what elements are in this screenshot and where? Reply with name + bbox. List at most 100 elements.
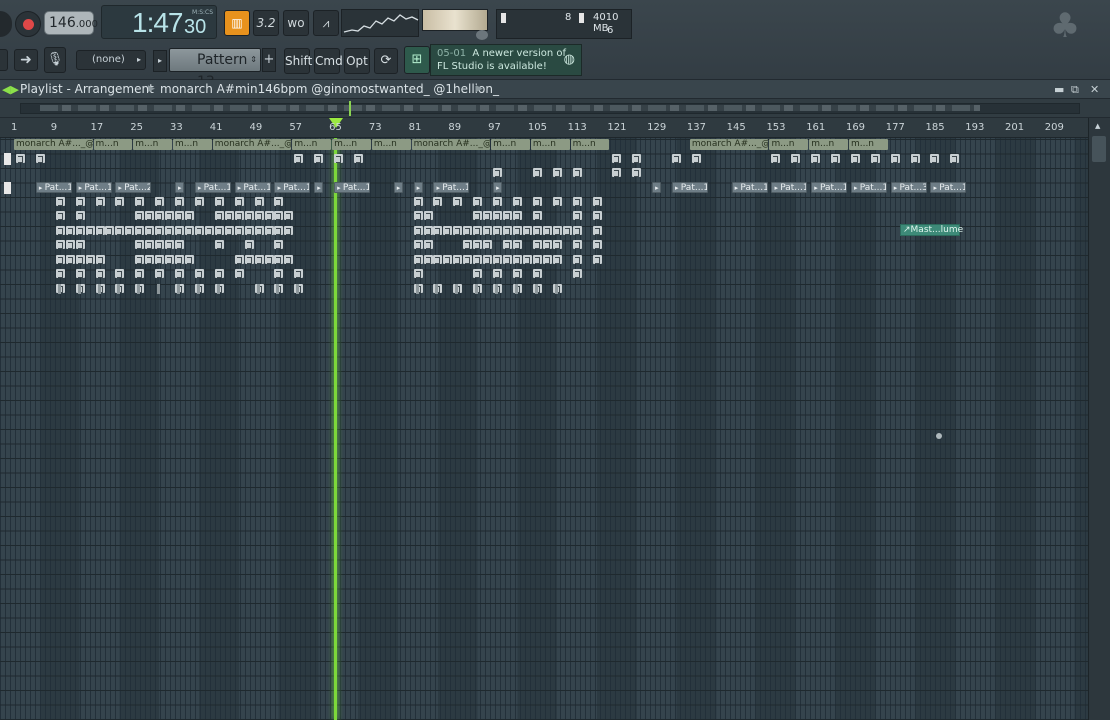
pattern-clip[interactable]: Pat...1 [274,182,311,193]
pattern-block[interactable] [75,255,85,264]
pattern-block[interactable] [184,226,194,235]
pattern-block[interactable] [612,168,622,177]
pattern-block[interactable] [55,255,65,264]
microphone-icon[interactable]: 🎙 [44,47,66,73]
audio-clip[interactable]: m...n [769,139,809,150]
typing-keyboard-button[interactable]: 3.2 [253,10,279,36]
pattern-block[interactable] [95,197,105,206]
pattern-block[interactable] [35,154,45,163]
pattern-block[interactable] [513,211,522,220]
pattern-block[interactable] [493,211,503,220]
pattern-block[interactable] [483,211,493,220]
pattern-block[interactable] [532,197,542,206]
pattern-block[interactable] [592,211,602,220]
pattern-block[interactable] [184,255,194,264]
pattern-block[interactable] [75,211,85,220]
pattern-block[interactable] [184,211,194,220]
pattern-marker[interactable] [97,284,101,294]
pattern-block[interactable] [65,255,75,264]
pattern-block[interactable] [413,240,423,249]
audio-clip[interactable]: m...n [491,139,530,150]
pattern-marker[interactable] [435,284,439,294]
pattern-block[interactable] [115,269,125,278]
pattern-block[interactable] [175,240,185,249]
pattern-block[interactable] [473,269,483,278]
pattern-block[interactable] [264,211,274,220]
pattern-block[interactable] [145,240,155,249]
pattern-block[interactable] [542,226,552,235]
pattern-block[interactable] [254,197,264,206]
pattern-clip[interactable] [493,182,503,193]
pattern-block[interactable] [274,226,284,235]
pattern-block[interactable] [105,226,115,235]
pattern-block[interactable] [572,269,582,278]
pattern-block[interactable] [950,154,960,163]
vertical-scrollbar[interactable]: ▲ [1088,118,1110,720]
pattern-block[interactable] [75,240,85,249]
pattern-block[interactable] [632,154,642,163]
pattern-block[interactable] [294,154,304,163]
pattern-block[interactable] [463,226,473,235]
pattern-block[interactable] [155,211,165,220]
pattern-block[interactable] [165,240,175,249]
pattern-block[interactable] [274,197,284,206]
pattern-block[interactable] [890,154,900,163]
pattern-clip[interactable]: Pat...1 [811,182,848,193]
pattern-block[interactable] [155,240,165,249]
pattern-marker[interactable] [256,284,260,294]
audio-clip[interactable]: monarch A#..._@1hellion_ [212,139,292,150]
pattern-block[interactable] [513,255,522,264]
pattern-block[interactable] [503,255,513,264]
pattern-block[interactable] [423,255,433,264]
pattern-block[interactable] [224,226,234,235]
pattern-block[interactable] [632,168,642,177]
pattern-block[interactable] [115,197,125,206]
pattern-block[interactable] [135,211,145,220]
pattern-block[interactable] [145,211,155,220]
pattern-block[interactable] [493,197,503,206]
audio-clip[interactable]: m...n [93,139,133,150]
close-icon[interactable]: ✕ [1090,80,1099,99]
pattern-block[interactable] [175,226,185,235]
pattern-block[interactable] [473,197,483,206]
pattern-block[interactable] [791,154,801,163]
pattern-block[interactable] [522,255,532,264]
pattern-block[interactable] [334,154,344,163]
play-button[interactable] [0,11,12,37]
pattern-block[interactable] [542,255,552,264]
pattern-marker[interactable] [276,284,280,294]
pattern-block[interactable] [155,255,165,264]
pattern-block[interactable] [483,255,493,264]
audio-clip[interactable]: m...n [133,139,173,150]
pattern-block[interactable] [473,240,483,249]
pattern-block[interactable] [234,211,244,220]
pattern-clip[interactable]: Pat...1 [234,182,271,193]
pattern-clip[interactable] [175,182,185,193]
pattern-block[interactable] [284,255,294,264]
pattern-block[interactable] [165,255,175,264]
pattern-clip[interactable]: Pat...2 [115,182,152,193]
pattern-block[interactable] [572,226,582,235]
audio-clip[interactable]: monarch A#..._@1hellion_ [411,139,491,150]
pattern-block[interactable] [562,226,572,235]
horizontal-scrollbar[interactable] [0,99,1110,118]
pattern-block[interactable] [175,255,185,264]
pattern-block[interactable] [244,226,254,235]
pattern-block[interactable] [95,269,105,278]
pattern-block[interactable] [473,226,483,235]
pattern-clip[interactable]: Pat...1 [930,182,967,193]
pattern-block[interactable] [254,226,264,235]
pattern-block[interactable] [572,211,582,220]
pattern-block[interactable] [552,168,562,177]
pattern-block[interactable] [433,197,443,206]
pattern-block[interactable] [16,154,25,163]
pattern-block[interactable] [473,255,483,264]
pattern-block[interactable] [691,154,701,163]
pattern-block[interactable] [513,226,522,235]
pattern-block[interactable] [145,226,155,235]
pattern-block[interactable] [433,255,443,264]
pattern-block[interactable] [493,226,503,235]
pattern-block[interactable] [155,269,165,278]
pattern-block[interactable] [214,269,224,278]
pattern-block[interactable] [95,255,105,264]
